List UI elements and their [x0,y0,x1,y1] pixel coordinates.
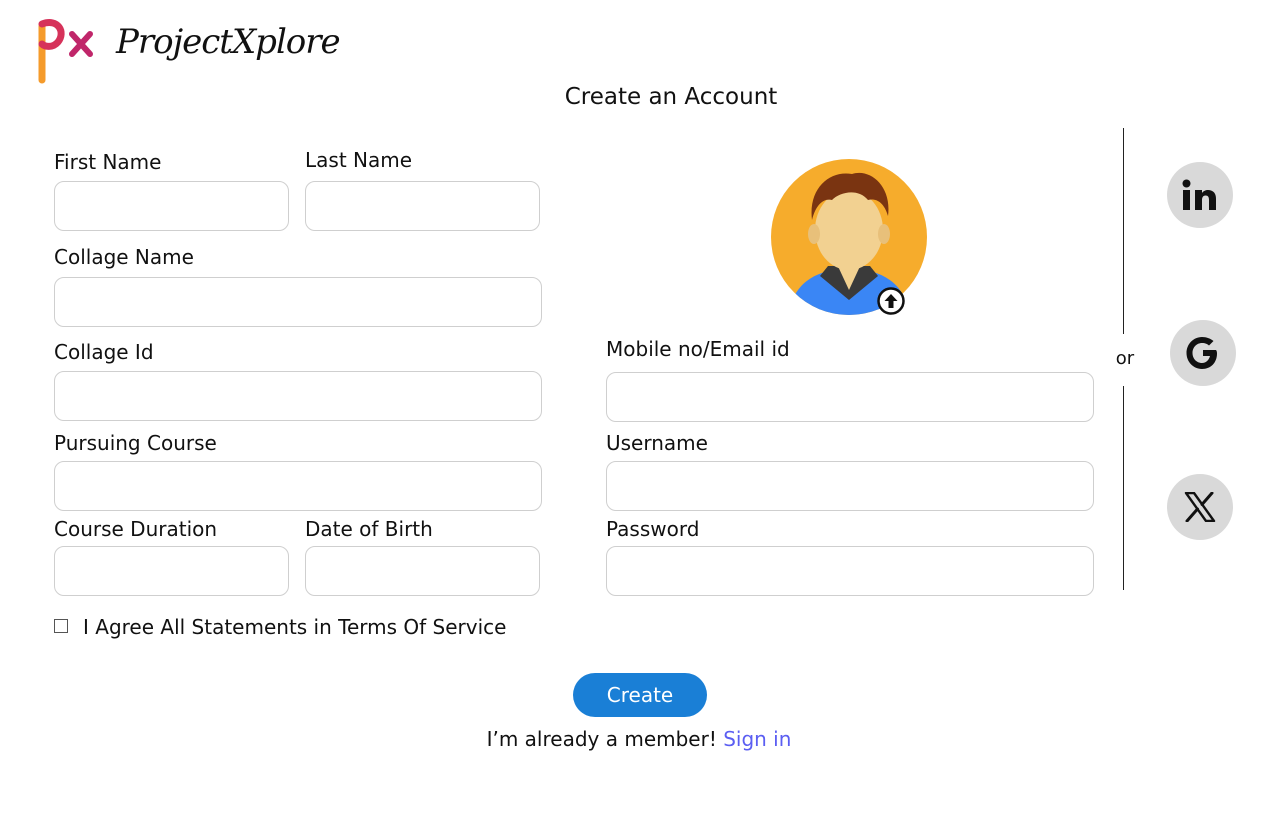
page-title: Create an Account [564,84,778,110]
signin-prompt: I’m already a member! Sign in [0,727,1278,751]
logo-mark [36,14,96,86]
upload-icon[interactable] [877,287,905,315]
dob-input[interactable] [305,546,540,596]
or-divider-text: or [1115,348,1135,369]
contact-input[interactable] [606,372,1094,422]
brand-name: ProjectXplore [116,22,341,62]
username-label: Username [606,431,708,455]
college-id-label: Collage Id [54,340,154,364]
course-input[interactable] [54,461,542,511]
password-label: Password [606,517,700,541]
divider-bottom [1123,386,1124,590]
divider-top [1123,128,1124,334]
contact-label: Mobile no/Email id [606,337,790,361]
course-label: Pursuing Course [54,431,217,455]
google-icon [1186,337,1217,369]
college-name-label: Collage Name [54,245,194,269]
last-name-input[interactable] [305,181,540,231]
x-button[interactable] [1167,474,1233,540]
password-input[interactable] [606,546,1094,596]
avatar [771,159,927,315]
duration-input[interactable] [54,546,289,596]
duration-label: Course Duration [54,517,218,541]
first-name-input[interactable] [54,181,289,231]
linkedin-icon [1182,179,1216,210]
x-icon [1184,492,1216,522]
username-input[interactable] [606,461,1094,511]
first-name-label: First Name [54,150,162,174]
terms-checkbox[interactable] [54,619,68,633]
avatar-upload[interactable] [770,158,930,318]
college-name-input[interactable] [54,277,542,327]
create-button[interactable]: Create [573,673,707,717]
college-id-input[interactable] [54,371,542,421]
last-name-label: Last Name [305,148,413,172]
dob-label: Date of Birth [305,517,433,541]
signin-link[interactable]: Sign in [723,727,791,751]
member-text: I’m already a member! [486,727,717,751]
linkedin-button[interactable] [1167,162,1233,228]
terms-label: I Agree All Statements in Terms Of Servi… [83,615,507,639]
google-button[interactable] [1170,320,1236,386]
